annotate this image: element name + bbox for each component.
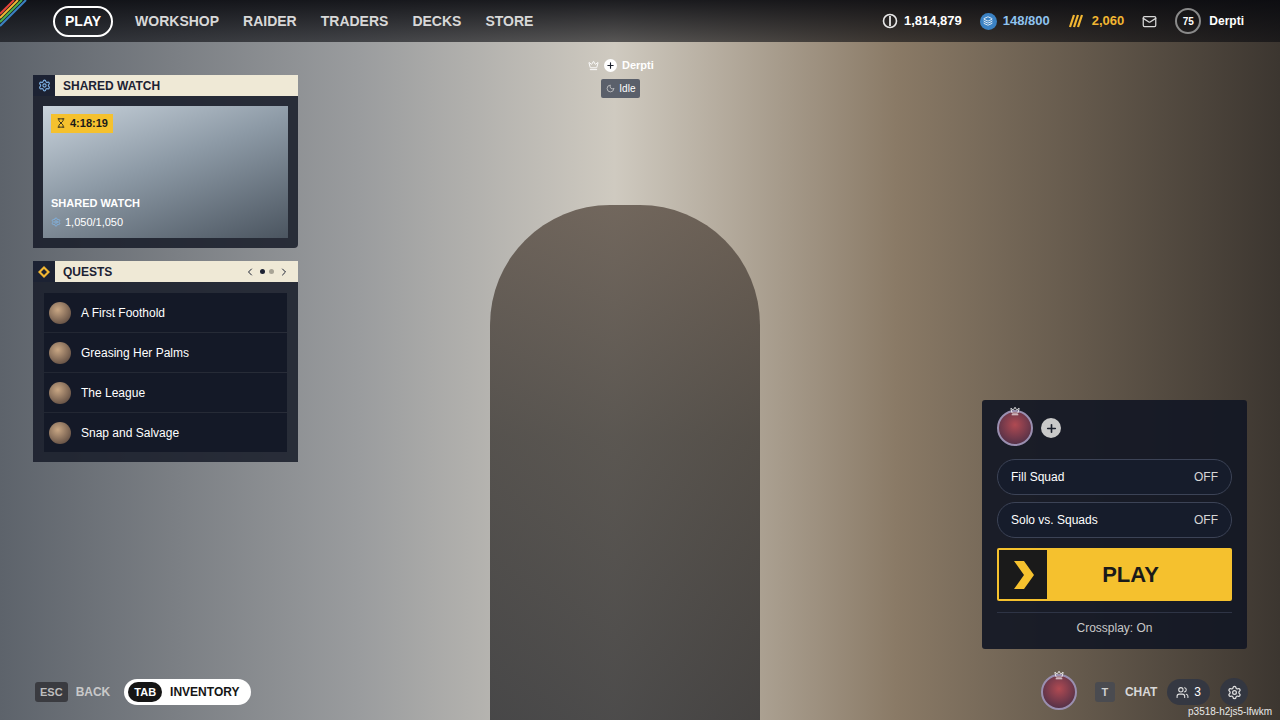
- quest-row[interactable]: Snap and Salvage: [44, 413, 287, 452]
- squad-member-avatar[interactable]: [997, 410, 1033, 446]
- quest-row[interactable]: The League: [44, 373, 287, 412]
- crown-icon: [1054, 670, 1064, 680]
- shared-watch-card[interactable]: 4:18:19 SHARED WATCH 1,050/1,050: [43, 106, 288, 238]
- currency: 2,060: [1068, 11, 1125, 31]
- top-bar: PLAY WORKSHOP RAIDER TRADERS DECKS STORE 1,814…: [0, 0, 1280, 42]
- panel-header: QUESTS: [33, 261, 298, 282]
- squad-toggle[interactable]: Fill Squad OFF: [997, 459, 1232, 495]
- main-nav: PLAY WORKSHOP RAIDER TRADERS DECKS STORE: [53, 6, 535, 37]
- friends-icon: [1176, 686, 1189, 699]
- plus-icon: [606, 61, 615, 70]
- chevron-left-icon[interactable]: [244, 266, 256, 278]
- shared-watch-panel: SHARED WATCH 4:18:19 SHARED WATCH 1,050/1,0…: [33, 75, 298, 248]
- toggle-label: Fill Squad: [1011, 468, 1064, 486]
- nav-tab[interactable]: TRADERS: [319, 8, 391, 35]
- card-progress: 1,050/1,050: [51, 214, 280, 231]
- settings-button[interactable]: [1220, 678, 1248, 706]
- page-dot[interactable]: [269, 269, 274, 274]
- toggle-value: OFF: [1194, 511, 1218, 529]
- session-id: p3518-h2js5-lfwkm: [1188, 704, 1272, 719]
- nav-tab[interactable]: WORKSHOP: [133, 8, 221, 35]
- invite-button[interactable]: [1041, 418, 1061, 438]
- quest-name: Greasing Her Palms: [81, 344, 189, 362]
- nav-tab[interactable]: PLAY: [53, 6, 113, 37]
- lobby-content: SHARED WATCH 4:18:19 SHARED WATCH 1,050/1,0…: [0, 42, 1280, 664]
- key-hint: ESC: [35, 682, 68, 703]
- play-chevron: [999, 550, 1047, 599]
- bottom-bar: ESCBACK TABINVENTORY TCHAT 3: [0, 664, 1280, 720]
- nav-tab[interactable]: RAIDER: [241, 8, 299, 35]
- currency: 1,814,879: [882, 11, 962, 31]
- hourglass-icon: [56, 118, 66, 128]
- chevron-right-icon[interactable]: [278, 266, 290, 278]
- quest-giver-avatar: [49, 302, 71, 324]
- player-name: Derpti: [622, 57, 654, 74]
- toggle-label: Solo vs. Squads: [1011, 511, 1098, 529]
- crown-icon: [588, 60, 599, 71]
- mail-icon[interactable]: [1142, 14, 1157, 29]
- quests-panel: QUESTS A First Foothold Greasing Her Palms…: [33, 261, 298, 462]
- sleep-icon: [606, 84, 615, 93]
- plus-icon: [1045, 422, 1058, 435]
- profile-avatar[interactable]: [1041, 674, 1077, 710]
- diamond-icon: [38, 266, 50, 278]
- panel-title: SHARED WATCH: [63, 77, 160, 95]
- status-badge: Idle: [601, 79, 640, 98]
- card-title: SHARED WATCH: [51, 195, 280, 212]
- logo-icon: [0, 0, 44, 42]
- key-hint: TAB: [128, 682, 162, 703]
- token-icon: [1068, 13, 1086, 29]
- key-hint: T: [1095, 682, 1115, 702]
- crossplay-status: Crossplay: On: [997, 619, 1232, 637]
- quest-pagination: [244, 266, 290, 278]
- stash-icon: [980, 13, 997, 30]
- quest-name: Snap and Salvage: [81, 424, 179, 442]
- inventory-button[interactable]: TABINVENTORY: [124, 679, 251, 706]
- divider: [997, 612, 1232, 613]
- panel-header: SHARED WATCH: [33, 75, 298, 96]
- back-button[interactable]: ESCBACK: [35, 682, 110, 703]
- quest-row[interactable]: A First Foothold: [44, 293, 287, 332]
- quest-giver-avatar: [49, 382, 71, 404]
- plus-badge: [604, 59, 617, 72]
- gear-icon: [51, 217, 61, 227]
- quest-giver-avatar: [49, 342, 71, 364]
- crown-icon: [1010, 406, 1020, 416]
- toggle-value: OFF: [1194, 468, 1218, 486]
- chat-button[interactable]: TCHAT: [1095, 682, 1157, 702]
- lobby-screen: PLAY WORKSHOP RAIDER TRADERS DECKS STORE 1,814…: [0, 0, 1280, 720]
- squad-toggle[interactable]: Solo vs. Squads OFF: [997, 502, 1232, 538]
- squad-panel: Fill Squad OFF Solo vs. Squads OFF PLAY Cross…: [982, 400, 1247, 649]
- quest-row[interactable]: Greasing Her Palms: [44, 333, 287, 372]
- nav-tab[interactable]: STORE: [483, 8, 535, 35]
- left-column: SHARED WATCH 4:18:19 SHARED WATCH 1,050/1,0…: [33, 75, 298, 649]
- chevron-icon: [1012, 561, 1034, 589]
- quest-name: A First Foothold: [81, 304, 165, 322]
- username[interactable]: Derpti: [1209, 12, 1244, 30]
- scene-figure: [490, 205, 760, 720]
- player-tag: Derpti Idle: [588, 57, 654, 98]
- timer-badge: 4:18:19: [51, 114, 113, 133]
- play-button[interactable]: PLAY: [997, 548, 1232, 601]
- currency: 148/800: [980, 11, 1050, 31]
- panel-title: QUESTS: [63, 263, 112, 281]
- nav-tab[interactable]: DECKS: [410, 8, 463, 35]
- panel-header-badge: [33, 75, 55, 96]
- page-dot[interactable]: [260, 269, 265, 274]
- gear-icon: [1227, 685, 1242, 700]
- quest-giver-avatar: [49, 422, 71, 444]
- coin-icon: [882, 13, 898, 29]
- friends-button[interactable]: 3: [1167, 679, 1210, 705]
- level-badge: 75: [1175, 8, 1201, 34]
- panel-header-badge: [33, 261, 55, 282]
- gear-icon: [38, 79, 51, 92]
- quest-name: The League: [81, 384, 145, 402]
